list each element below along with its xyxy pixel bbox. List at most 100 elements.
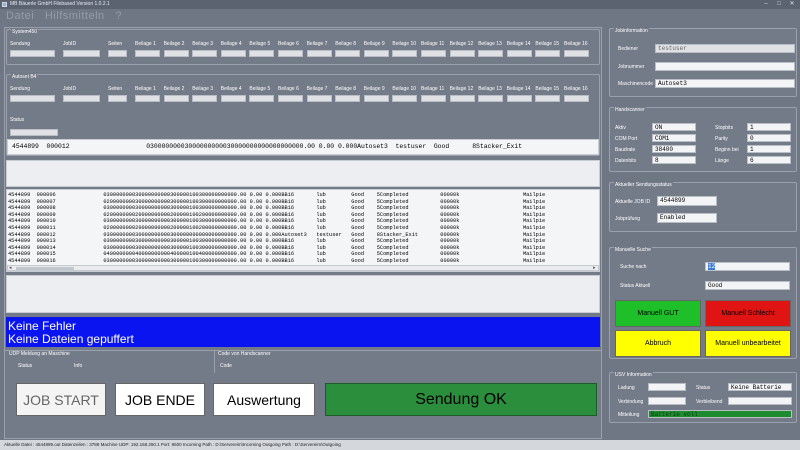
minimize-icon[interactable]: – <box>760 1 772 8</box>
log-hscrollbar[interactable]: ◂ ▸ <box>7 265 599 271</box>
log-row[interactable]: 4544899 000006 0300000000300000000003000… <box>7 192 545 199</box>
autoset-col-label: Beilage 7 <box>306 86 328 92</box>
autoset-col-field <box>249 95 275 102</box>
job-start-button[interactable]: JOB START <box>16 383 106 416</box>
beginn-label: Beginn bei <box>715 147 739 153</box>
system450-col-field <box>306 50 332 57</box>
datenbits-field[interactable]: 8 <box>652 156 696 164</box>
scanner-code-label: Code <box>220 363 232 369</box>
laenge-label: Länge <box>715 158 729 164</box>
autoset-col-label: Beilage 4 <box>220 86 242 92</box>
autoset-col-label: Beilage 10 <box>392 86 417 92</box>
log-hscroll-thumb[interactable] <box>16 267 74 270</box>
stopbits-field[interactable]: 1 <box>747 123 791 131</box>
log-row[interactable]: 4544899 000016 0300000000300000000003000… <box>7 258 545 265</box>
baud-field[interactable]: 38400 <box>652 145 696 153</box>
close-icon[interactable]: ✕ <box>786 1 798 8</box>
app-icon <box>2 2 7 7</box>
maschinencode-field[interactable]: Autoset3 <box>655 79 795 88</box>
log-row[interactable]: 4544899 000013 0300000000300000000003000… <box>7 238 545 245</box>
system450-col-field <box>535 50 561 57</box>
abbruch-button[interactable]: Abbruch <box>615 330 701 357</box>
auswertung-button[interactable]: Auswertung <box>213 383 315 416</box>
verbindung-label: Verbindung <box>618 399 644 405</box>
log-list[interactable]: 4544899 000006 0300000000300000000003000… <box>6 189 600 272</box>
system450-col-field <box>421 50 446 57</box>
udp-group: UDP Meldung an Maschine Status Info <box>6 351 211 373</box>
jobid-label: Aktuelle JOB ID <box>615 199 651 205</box>
log-row[interactable]: 4544899 000014 0300000000300000000003000… <box>7 245 545 252</box>
autoset-col-field <box>506 95 532 102</box>
baud-label: Baudrate <box>615 147 636 153</box>
autoset-col-label: Beilage 13 <box>478 86 502 92</box>
log-row[interactable]: 4544899 000009 0200000000200000000002000… <box>7 212 545 219</box>
autoset-col-field <box>63 95 100 102</box>
autoset-status-label: Status <box>10 117 25 123</box>
scroll-right-icon[interactable]: ▸ <box>593 266 596 271</box>
system450-col-label: Beilage 5 <box>249 41 271 47</box>
parity-label: Parity <box>715 136 728 142</box>
sendungsstatus-title: Aktueller Sendungsstatus <box>614 182 673 188</box>
manuell-gut-button[interactable]: Manuell GUT <box>615 300 701 327</box>
autoset-col-label: Sendung <box>10 86 31 92</box>
scanner-code-title: Code von Handscanner <box>218 351 271 357</box>
system450-col-field <box>335 50 361 57</box>
system450-col-label: Beilage 8 <box>335 41 357 47</box>
sendung-ok-button[interactable]: Sendung OK <box>325 383 597 416</box>
system450-col-field <box>10 50 55 57</box>
log-row[interactable]: 4544899 000012 0300000000300000000003000… <box>7 232 545 239</box>
system450-col-field <box>392 50 418 57</box>
jobnummer-field[interactable] <box>655 62 795 71</box>
maximize-icon[interactable]: □ <box>773 1 785 8</box>
log-row[interactable]: 4544899 000010 0300000000300000000003000… <box>7 218 545 225</box>
log-row[interactable]: 4544899 000015 0400000000400000000004000… <box>7 251 545 258</box>
udp-status-label: Status <box>18 363 33 369</box>
aktiv-field[interactable]: ON <box>652 123 696 131</box>
handscanner-group: Handscanner Aktiv ON COM Port COM1 Baudr… <box>609 107 797 172</box>
udp-title: UDP Meldung an Maschine <box>9 351 70 357</box>
usv-group: USV Information Ladung Verbindung Status… <box>609 372 797 423</box>
verbindung-field <box>648 397 686 405</box>
scroll-left-icon[interactable]: ◂ <box>9 266 12 271</box>
autoset-col-label: JobID <box>63 86 77 92</box>
system450-col-field <box>249 50 275 57</box>
parity-field[interactable]: 0 <box>747 134 791 142</box>
laenge-field[interactable]: 6 <box>747 156 791 164</box>
system450-col-label: Beilage 7 <box>306 41 328 47</box>
manuell-schlecht-button[interactable]: Manuell Schlecht <box>705 300 791 327</box>
autoset-col-label: Beilage 3 <box>192 86 214 92</box>
com-field[interactable]: COM1 <box>652 134 696 142</box>
log-row[interactable]: 4544899 000007 0200000000300000000003000… <box>7 199 545 206</box>
system450-col-field <box>478 50 504 57</box>
jobid-field[interactable]: 4544899 <box>657 196 717 206</box>
window-title: MB Bäuerle GmbH Filebased Version 1.0.2.… <box>10 1 110 7</box>
system450-col-label: Beilage 1 <box>135 41 156 47</box>
suche-input[interactable]: 12 <box>705 262 790 271</box>
system450-col-label: Beilage 14 <box>506 41 531 47</box>
bediener-label: Bediener <box>618 46 639 52</box>
jobpruefung-label: Jobprüfung <box>615 216 641 222</box>
autoset-col-field <box>449 95 475 102</box>
autoset-group: Autoset B4 Sendung JobID Seiten Beilage 1 Be… <box>6 74 600 156</box>
status-aktuell-field: Good <box>705 281 790 290</box>
autoset-col-field <box>192 95 218 102</box>
system450-col-field <box>163 50 189 57</box>
system450-col-field <box>506 50 532 57</box>
jobpruefung-field[interactable]: Enabled <box>657 213 717 223</box>
usv-status-label: Status <box>696 385 711 391</box>
system450-col-label: Beilage 15 <box>535 41 560 47</box>
verbleibend-field <box>728 397 792 405</box>
manuell-unbearbeitet-button[interactable]: Manuell unbearbeitet <box>705 330 791 357</box>
log-row[interactable]: 4544899 000008 0300000000300000000003000… <box>7 205 545 212</box>
menu-hilfsmitteln[interactable]: Hilfsmitteln <box>45 10 105 22</box>
menu-datei[interactable]: Datei <box>6 10 34 22</box>
status-bar-text: Aktuelle Datei : 4544899.out Datenzeilen… <box>4 442 341 447</box>
beginn-field[interactable]: 1 <box>747 145 791 153</box>
datenbits-label: Datenbits <box>615 158 637 164</box>
job-ende-button[interactable]: JOB ENDE <box>115 383 205 416</box>
menu-help[interactable]: ? <box>115 10 122 22</box>
com-label: COM Port <box>615 136 638 142</box>
scanner-code-group: Code von Handscanner Code <box>216 351 416 373</box>
log-row[interactable]: 4544899 000011 0200000000200000000002000… <box>7 225 545 232</box>
system450-col-field <box>564 50 589 57</box>
